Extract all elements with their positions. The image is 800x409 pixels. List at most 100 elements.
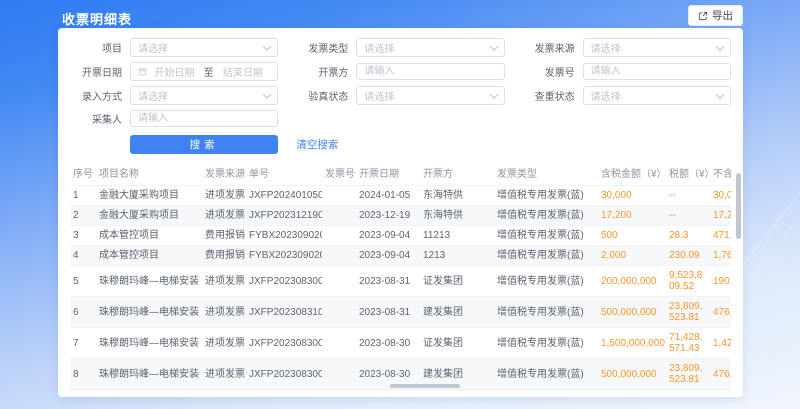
cell-index: 3: [70, 226, 96, 246]
project-select[interactable]: 请选择: [130, 38, 278, 57]
content-card: 项目 请选择 发票类型 请选择 发票来源 请选择 开票日期: [58, 28, 743, 397]
cell-amount-excl-tax: 471.7: [710, 226, 731, 246]
cell-tax-amount: --: [666, 206, 710, 226]
cell-invoice-type: 增值税专用发票(蓝): [494, 226, 598, 246]
filter-project-label: 项目: [70, 40, 122, 55]
chevron-down-icon: [263, 42, 271, 50]
filter-project: 项目 请选择: [70, 38, 278, 57]
vertical-scrollbar[interactable]: [736, 173, 741, 239]
cell-invoice-no: [322, 226, 356, 246]
cell-index: 2: [70, 206, 96, 226]
summary-incl-tax: 含税总额(¥)：3,032,699,097.89: [272, 395, 412, 397]
invoice-no-input[interactable]: [583, 63, 731, 80]
cell-project-name: 珠穆朗玛峰—电梯安装: [96, 328, 202, 359]
cell-invoice-no: [322, 359, 356, 390]
page-title: 收票明细表: [62, 9, 132, 28]
col-issuer: 开票方: [420, 160, 494, 186]
filter-invoice-date: 开票日期 开始日期 至 结束日期: [70, 62, 278, 81]
cell-amount-excl-tax: 476,190,476.19: [710, 297, 731, 328]
filter-actions: 搜索 清空搜索: [70, 135, 731, 154]
export-button[interactable]: 导出: [688, 5, 743, 26]
table-row: 3成本管控项目费用报销FYBX202309020032023-09-041121…: [70, 226, 731, 246]
cell-amount-excl-tax: 190,476,190.48: [710, 266, 731, 297]
clear-search-link[interactable]: 清空搜索: [296, 137, 338, 152]
cell-amount-excl-tax: 30,000: [710, 186, 731, 206]
cell-tax-amount: 23,809,523.81: [666, 297, 710, 328]
cell-invoice-no: [322, 328, 356, 359]
invoice-type-placeholder: 请选择: [364, 40, 394, 55]
cell-invoice-no: [322, 206, 356, 226]
table-row: 2金融大厦采购项目进项发票JXFP202312190022023-12-19东海…: [70, 206, 731, 226]
date-range-separator: 至: [202, 64, 216, 79]
invoice-table: 序号 项目名称 发票来源 单号 发票号 开票日期 开票方 发票类型 含税金额（¥…: [70, 160, 731, 389]
filter-issuer: 开票方: [296, 62, 504, 81]
col-invoice-no: 发票号: [322, 160, 356, 186]
cell-order-no: JXFP20230831001: [246, 297, 322, 328]
cell-amount-excl-tax: 1,428,571,428.57: [710, 328, 731, 359]
cell-issuer: 1213: [420, 246, 494, 266]
entry-method-select[interactable]: 请选择: [130, 86, 278, 105]
table-row: 7珠穆朗玛峰—电梯安装进项发票JXFP202308300012023-08-30…: [70, 328, 731, 359]
invoice-type-select[interactable]: 请选择: [356, 38, 504, 57]
cell-order-no: FYBX20230902003: [246, 226, 322, 246]
filter-invoice-source: 发票来源 请选择: [523, 38, 731, 57]
cell-project-name: 金融大厦采购项目: [96, 206, 202, 226]
filter-dup-status: 查重状态 请选择: [523, 86, 731, 105]
filter-invoice-no-label: 发票号: [523, 64, 575, 79]
chevron-down-icon: [716, 42, 724, 50]
col-tax-amount: 税额（¥）: [666, 160, 710, 186]
cell-amount-excl-tax: 17,200: [710, 206, 731, 226]
export-icon: [698, 11, 708, 21]
col-amount-incl-tax: 含税金额（¥）: [598, 160, 666, 186]
cell-order-no: JXFP20240105001: [246, 186, 322, 206]
horizontal-scrollbar[interactable]: [390, 384, 460, 388]
cell-amount-incl-tax: 500,000,000: [598, 359, 666, 390]
filter-collector: 采集人: [70, 110, 278, 127]
cell-invoice-date: 2023-08-31: [356, 297, 420, 328]
verify-status-select[interactable]: 请选择: [356, 86, 504, 105]
cell-invoice-date: 2023-09-04: [356, 246, 420, 266]
filter-dup-status-label: 查重状态: [523, 88, 575, 103]
cell-invoice-type: 增值税专用发票(蓝): [494, 328, 598, 359]
table-row: 6珠穆朗玛峰—电梯安装进项发票JXFP202308310012023-08-31…: [70, 297, 731, 328]
cell-invoice-no: [322, 246, 356, 266]
filter-entry-method-label: 录入方式: [70, 88, 122, 103]
dup-status-select[interactable]: 请选择: [583, 86, 731, 105]
summary-excl-tax: 不含税总额(¥)：2,888,728,459.62: [434, 395, 584, 397]
table-row: 1金融大厦采购项目进项发票JXFP202401050012024-01-05东海…: [70, 186, 731, 206]
cell-tax-amount: --: [666, 186, 710, 206]
col-invoice-date: 开票日期: [356, 160, 420, 186]
cell-index: 8: [70, 359, 96, 390]
start-date-placeholder: 开始日期: [147, 64, 202, 79]
issuer-input[interactable]: [356, 63, 504, 80]
cell-invoice-source: 进项发票: [202, 359, 246, 390]
cell-invoice-date: 2023-08-30: [356, 328, 420, 359]
cell-order-no: JXFP20230830001: [246, 328, 322, 359]
cell-index: 4: [70, 246, 96, 266]
invoice-source-select[interactable]: 请选择: [583, 38, 731, 57]
cell-invoice-no: [322, 266, 356, 297]
cell-invoice-no: [322, 297, 356, 328]
cell-invoice-source: 进项发票: [202, 186, 246, 206]
table-row: 4成本管控项目费用报销FYBX202309020032023-09-041213…: [70, 246, 731, 266]
entry-method-placeholder: 请选择: [138, 88, 168, 103]
cell-invoice-date: 2024-01-05: [356, 186, 420, 206]
cell-index: 1: [70, 186, 96, 206]
cell-amount-incl-tax: 500,000,000: [598, 297, 666, 328]
cell-amount-incl-tax: 500: [598, 226, 666, 246]
cell-invoice-date: 2023-12-19: [356, 206, 420, 226]
cell-issuer: 建发集团: [420, 297, 494, 328]
export-button-label: 导出: [712, 8, 733, 23]
search-button[interactable]: 搜索: [130, 135, 278, 154]
invoice-date-range-picker[interactable]: 开始日期 至 结束日期: [130, 62, 278, 81]
chevron-down-icon: [489, 90, 497, 98]
cell-order-no: FYBX20230902003: [246, 246, 322, 266]
summary-total-label: 合计: [73, 395, 93, 397]
filter-form: 项目 请选择 发票类型 请选择 发票来源 请选择 开票日期: [70, 38, 731, 127]
chevron-down-icon: [489, 42, 497, 50]
collector-input[interactable]: [130, 110, 278, 127]
chevron-down-icon: [716, 90, 724, 98]
calendar-icon: [138, 63, 147, 81]
cell-issuer: 证发集团: [420, 328, 494, 359]
dup-status-placeholder: 请选择: [591, 88, 621, 103]
